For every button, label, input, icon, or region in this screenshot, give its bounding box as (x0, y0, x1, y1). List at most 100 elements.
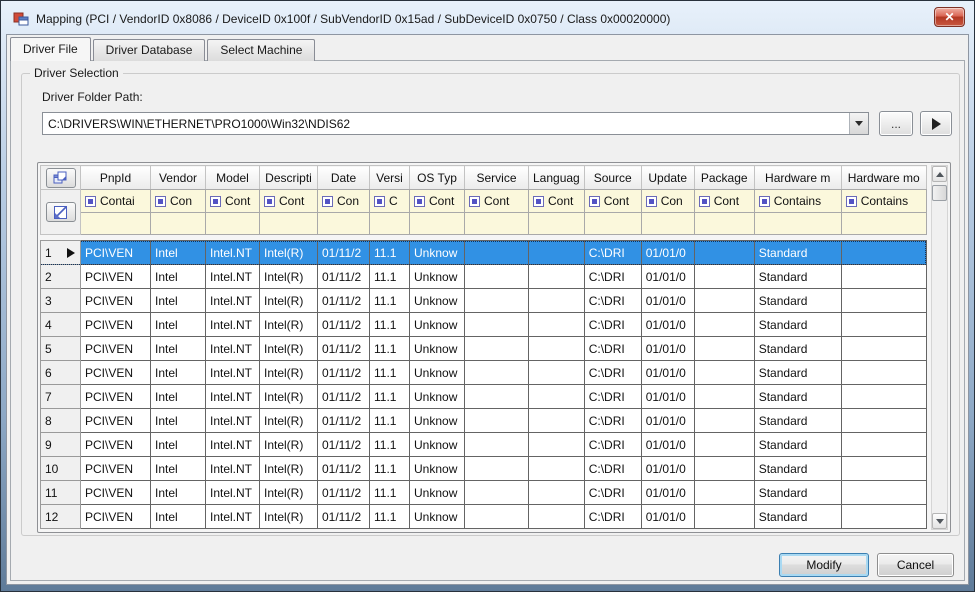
grid-cell-r11-c12[interactable]: Standard (754, 481, 841, 505)
column-header-7[interactable]: Service (465, 166, 529, 190)
grid-cell-r12-c13[interactable] (841, 505, 926, 529)
filter-condition-icon[interactable] (414, 196, 425, 207)
filter-input-9[interactable] (584, 213, 641, 235)
filter-condition-icon[interactable] (264, 196, 275, 207)
grid-cell-r8-c12[interactable]: Standard (754, 409, 841, 433)
filter-condition-icon[interactable] (699, 196, 710, 207)
grid-cell-r8-c11[interactable] (694, 409, 754, 433)
grid-cell-r1-c8[interactable] (529, 241, 585, 265)
combobox-dropdown-button[interactable] (849, 113, 868, 134)
grid-cell-r9-c3[interactable]: Intel(R) (260, 433, 318, 457)
grid-cell-r8-c2[interactable]: Intel.NT (206, 409, 260, 433)
grid-cell-r4-c0[interactable]: PCI\VEN (81, 313, 151, 337)
grid-cell-r3-c6[interactable]: Unknow (410, 289, 465, 313)
grid-cell-r1-c3[interactable]: Intel(R) (260, 241, 318, 265)
column-header-5[interactable]: Versi (370, 166, 410, 190)
grid-cell-r11-c13[interactable] (841, 481, 926, 505)
column-header-8[interactable]: Languag (529, 166, 585, 190)
grid-cell-r2-c8[interactable] (529, 265, 585, 289)
filter-cell-8[interactable]: Cont (529, 190, 585, 213)
grid-cell-r12-c2[interactable]: Intel.NT (206, 505, 260, 529)
grid-cell-r7-c6[interactable]: Unknow (410, 385, 465, 409)
grid-cell-r10-c6[interactable]: Unknow (410, 457, 465, 481)
grid-cell-r1-c13[interactable] (841, 241, 926, 265)
grid-cell-r9-c4[interactable]: 01/11/2 (318, 433, 370, 457)
filter-cell-12[interactable]: Contains (754, 190, 841, 213)
filter-condition-icon[interactable] (759, 196, 770, 207)
grid-cell-r8-c5[interactable]: 11.1 (370, 409, 410, 433)
grid-cell-r10-c7[interactable] (465, 457, 529, 481)
grid-cell-r2-c2[interactable]: Intel.NT (206, 265, 260, 289)
grid-cell-r4-c2[interactable]: Intel.NT (206, 313, 260, 337)
grid-cell-r11-c6[interactable]: Unknow (410, 481, 465, 505)
grid-cell-r9-c1[interactable]: Intel (151, 433, 206, 457)
grid-cell-r2-c6[interactable]: Unknow (410, 265, 465, 289)
grid-cell-r10-c0[interactable]: PCI\VEN (81, 457, 151, 481)
filter-cell-10[interactable]: Con (641, 190, 694, 213)
filter-cell-0[interactable]: Contai (81, 190, 151, 213)
field-chooser-button[interactable] (46, 168, 76, 188)
grid-cell-r12-c10[interactable]: 01/01/0 (641, 505, 694, 529)
grid-cell-r10-c10[interactable]: 01/01/0 (641, 457, 694, 481)
grid-cell-r3-c12[interactable]: Standard (754, 289, 841, 313)
filter-input-7[interactable] (465, 213, 529, 235)
filter-condition-icon[interactable] (533, 196, 544, 207)
grid-cell-r10-c13[interactable] (841, 457, 926, 481)
filter-condition-icon[interactable] (646, 196, 657, 207)
grid-cell-r1-c12[interactable]: Standard (754, 241, 841, 265)
grid-cell-r6-c7[interactable] (465, 361, 529, 385)
grid-cell-r8-c8[interactable] (529, 409, 585, 433)
grid-cell-r4-c9[interactable]: C:\DRI (584, 313, 641, 337)
modify-button[interactable]: Modify (779, 553, 869, 577)
grid-cell-r9-c6[interactable]: Unknow (410, 433, 465, 457)
filter-input-13[interactable] (841, 213, 926, 235)
grid-cell-r6-c2[interactable]: Intel.NT (206, 361, 260, 385)
grid-cell-r2-c9[interactable]: C:\DRI (584, 265, 641, 289)
grid-cell-r8-c7[interactable] (465, 409, 529, 433)
grid-cell-r4-c5[interactable]: 11.1 (370, 313, 410, 337)
filter-condition-icon[interactable] (589, 196, 600, 207)
grid-cell-r1-c2[interactable]: Intel.NT (206, 241, 260, 265)
grid-cell-r6-c5[interactable]: 11.1 (370, 361, 410, 385)
grid-cell-r4-c12[interactable]: Standard (754, 313, 841, 337)
grid-cell-r9-c5[interactable]: 11.1 (370, 433, 410, 457)
grid-cell-r2-c1[interactable]: Intel (151, 265, 206, 289)
scroll-up-button[interactable] (932, 166, 947, 182)
grid-cell-r3-c13[interactable] (841, 289, 926, 313)
filter-cell-4[interactable]: Con (318, 190, 370, 213)
grid-cell-r7-c8[interactable] (529, 385, 585, 409)
grid-cell-r7-c7[interactable] (465, 385, 529, 409)
grid-cell-r1-c7[interactable] (465, 241, 529, 265)
grid-cell-r1-c11[interactable] (694, 241, 754, 265)
grid-cell-r8-c1[interactable]: Intel (151, 409, 206, 433)
filter-condition-icon[interactable] (155, 196, 166, 207)
grid-cell-r1-c1[interactable]: Intel (151, 241, 206, 265)
row-header-9[interactable]: 9 (41, 433, 81, 457)
grid-cell-r10-c4[interactable]: 01/11/2 (318, 457, 370, 481)
grid-cell-r10-c5[interactable]: 11.1 (370, 457, 410, 481)
row-header-7[interactable]: 7 (41, 385, 81, 409)
grid-cell-r7-c11[interactable] (694, 385, 754, 409)
grid-cell-r1-c0[interactable]: PCI\VEN (81, 241, 151, 265)
grid-cell-r6-c13[interactable] (841, 361, 926, 385)
grid-cell-r9-c9[interactable]: C:\DRI (584, 433, 641, 457)
grid-cell-r12-c5[interactable]: 11.1 (370, 505, 410, 529)
grid-cell-r11-c2[interactable]: Intel.NT (206, 481, 260, 505)
grid-cell-r11-c9[interactable]: C:\DRI (584, 481, 641, 505)
grid-cell-r4-c11[interactable] (694, 313, 754, 337)
filter-input-12[interactable] (754, 213, 841, 235)
filter-input-0[interactable] (81, 213, 151, 235)
grid-cell-r5-c7[interactable] (465, 337, 529, 361)
run-button[interactable] (920, 111, 952, 136)
scrollbar-thumb[interactable] (932, 185, 947, 201)
grid-cell-r8-c4[interactable]: 01/11/2 (318, 409, 370, 433)
grid-cell-r6-c0[interactable]: PCI\VEN (81, 361, 151, 385)
grid-cell-r10-c12[interactable]: Standard (754, 457, 841, 481)
grid-cell-r5-c1[interactable]: Intel (151, 337, 206, 361)
row-header-3[interactable]: 3 (41, 289, 81, 313)
filter-input-10[interactable] (641, 213, 694, 235)
grid-cell-r3-c4[interactable]: 01/11/2 (318, 289, 370, 313)
filter-cell-2[interactable]: Cont (206, 190, 260, 213)
grid-cell-r4-c8[interactable] (529, 313, 585, 337)
grid-cell-r9-c0[interactable]: PCI\VEN (81, 433, 151, 457)
